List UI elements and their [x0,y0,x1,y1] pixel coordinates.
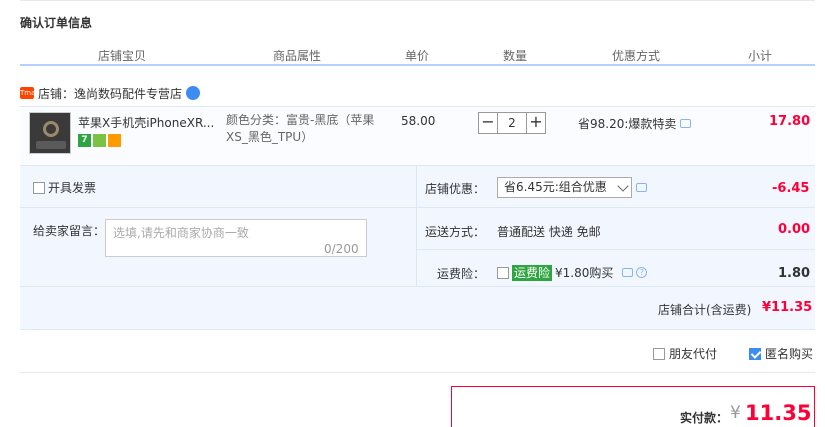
insurance-amount: 1.80 [778,266,811,281]
anonymous-option[interactable]: 匿名购买 [749,345,813,362]
guarantee-icon[interactable] [93,134,106,147]
shop-discount-amount: -6.45 [772,181,810,196]
col-header-promo: 优惠方式 [612,49,661,63]
message-char-counter: 0/200 [324,242,359,256]
promo-info-icon[interactable] [680,119,692,128]
col-header-item: 店铺宝贝 [98,49,147,63]
insurance-label: 运费险： [437,267,486,281]
page-title: 确认订单信息 [20,16,93,30]
decrease-qty-button[interactable]: − [478,112,498,134]
shop-discount-select[interactable]: 省6.45元:组合优惠 [497,177,632,198]
shop-discount-value: 省6.45元:组合优惠 [504,180,607,194]
anonymous-label: 匿名购买 [765,347,814,361]
quantity-stepper: − 2 + [478,112,546,134]
anonymous-checkbox[interactable] [749,347,761,360]
col-header-qty: 数量 [503,49,528,63]
help-icon[interactable]: ? [636,267,648,278]
panel-divider-vertical [416,166,417,286]
product-name-link[interactable]: 苹果X手机壳iPhoneXR... [78,114,218,131]
message-label: 给卖家留言： [33,224,106,238]
friend-pay-checkbox[interactable] [653,347,665,360]
product-thumbnail[interactable] [29,112,71,154]
shop-discount-label: 店铺优惠： [425,182,486,196]
discount-info-icon[interactable] [636,183,647,192]
wangwang-chat-icon[interactable] [186,86,201,100]
panel-divider-2 [416,249,815,250]
friend-pay-option[interactable]: 朋友代付 [653,345,717,362]
bottom-divider [20,372,815,373]
credit-card-icon[interactable] [108,134,121,147]
insurance-info-icon[interactable] [622,268,634,277]
header-divider [20,64,815,66]
qty-input[interactable]: 2 [498,112,526,134]
invoice-option[interactable]: 开具发票 [33,179,96,196]
col-header-attr: 商品属性 [273,49,322,63]
actual-payment-label: 实付款： [680,411,729,425]
message-placeholder: 选填,请先和商家协商一致 [113,226,249,240]
insurance-checkbox[interactable] [497,266,509,279]
unit-price: 58.00 [401,114,436,128]
panel-divider-1 [416,207,815,208]
top-divider [20,0,815,1]
seven-day-return-icon[interactable]: 7 [78,134,91,147]
invoice-checkbox[interactable] [33,181,45,194]
shipping-amount: 0.00 [778,222,811,237]
insurance-badge: 运费险 [512,264,553,281]
shop-row: Tmall 店铺：逸尚数码配件专营店 [20,85,201,102]
service-badges: 7 [78,134,121,147]
currency-symbol: ¥ [730,403,741,423]
invoice-label: 开具发票 [48,181,97,195]
friend-pay-label: 朋友代付 [669,347,718,361]
tmall-icon: Tmall [20,87,40,99]
increase-qty-button[interactable]: + [526,112,546,134]
shop-name[interactable]: 店铺：逸尚数码配件专营店 [38,85,182,102]
chevron-down-icon [617,180,629,192]
shipping-label: 运送方式： [425,225,486,239]
shop-total-amount: ¥11.35 [762,300,813,315]
insurance-option[interactable]: 运费险 ¥1.80购买 ? [497,264,648,281]
panel-divider-left [20,207,416,208]
promo-text: 省98.20:爆款特卖 [578,117,677,131]
product-attributes: 颜色分类：富贵-黑底（苹果XS_黑色_TPU） [226,113,375,144]
actual-payment-amount: 11.35 [745,401,812,425]
shop-total-label: 店铺合计(含运费) [658,303,752,317]
item-subtotal: 17.80 [769,114,811,129]
promo-info: 省98.20:爆款特卖 [578,115,692,132]
col-header-price: 单价 [405,49,430,63]
insurance-price: ¥1.80购买 [555,266,614,280]
panel-divider-3 [20,286,815,287]
shipping-method: 普通配送 快递 免邮 [497,225,601,239]
col-header-subtotal: 小计 [748,49,773,63]
